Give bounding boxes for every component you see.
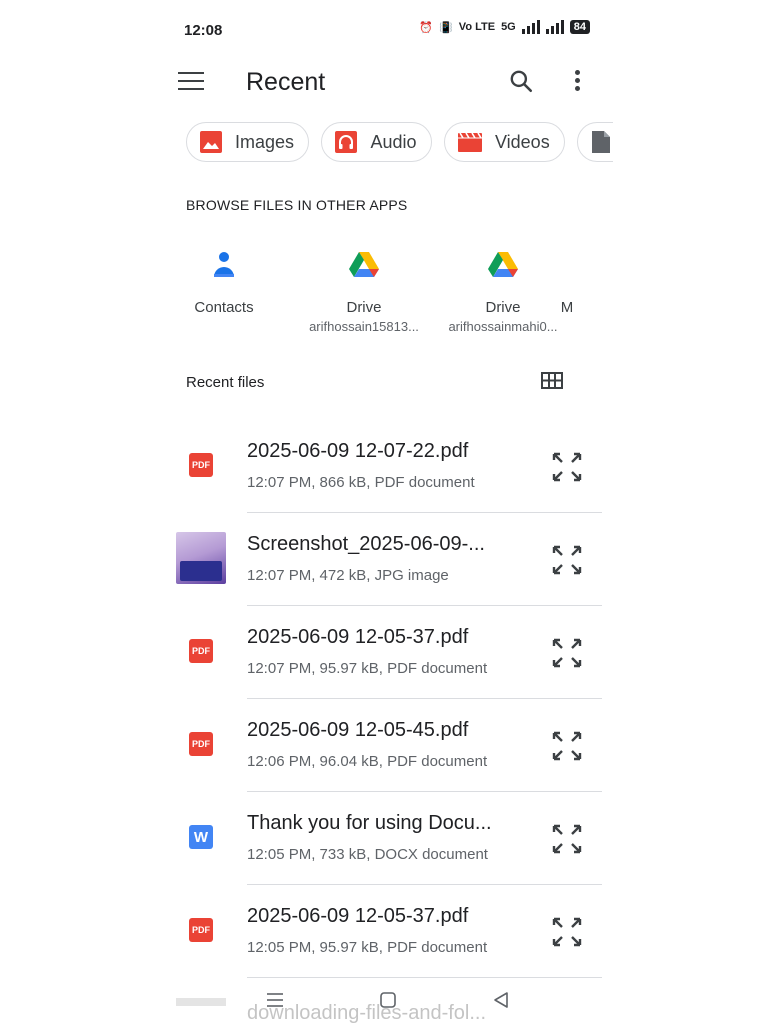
file-row[interactable]: PDF 2025-06-09 12-05-37.pdf 12:05 PM, 95… [176, 885, 606, 978]
battery-indicator: 84 [569, 20, 590, 34]
page-title: Recent [246, 68, 326, 96]
expand-icon[interactable] [550, 636, 584, 670]
expand-icon[interactable] [550, 822, 584, 856]
file-row[interactable]: PDF 2025-06-09 12-07-22.pdf 12:07 PM, 86… [176, 420, 606, 513]
expand-icon[interactable] [550, 543, 584, 577]
headphones-icon [335, 131, 358, 153]
expand-icon[interactable] [550, 915, 584, 949]
divider [247, 977, 602, 978]
category-chips: Images Audio Videos [186, 122, 613, 166]
file-name: 2025-06-09 12-05-37.pdf [247, 905, 469, 927]
recent-files-heading: Recent files [186, 374, 265, 391]
status-time: 12:08 [184, 22, 223, 39]
volte-indicator: Vo LTE [458, 21, 496, 33]
chip-images[interactable]: Images [186, 122, 310, 162]
file-meta: 12:07 PM, 866 kB, PDF document [247, 474, 475, 491]
file-meta: 12:07 PM, 95.97 kB, PDF document [247, 660, 488, 677]
back-nav-icon[interactable] [489, 988, 513, 1012]
signal-icon [521, 20, 540, 34]
status-icons: ⏰ 📳 Vo LTE 5G 84 [419, 20, 590, 34]
file-meta: 12:05 PM, 733 kB, DOCX document [247, 846, 488, 863]
file-meta: 12:07 PM, 472 kB, JPG image [247, 567, 449, 584]
chip-documents[interactable] [577, 122, 613, 162]
file-row[interactable]: W Thank you for using Docu... 12:05 PM, … [176, 792, 606, 885]
more-options-icon[interactable] [572, 70, 582, 96]
file-row[interactable]: Screenshot_2025-06-09-... 12:07 PM, 472 … [176, 513, 606, 606]
expand-icon[interactable] [550, 450, 584, 484]
menu-icon[interactable] [178, 72, 204, 92]
image-thumbnail [176, 532, 226, 584]
app-name: M [560, 299, 574, 316]
file-thumbnail: PDF [176, 905, 226, 955]
app-name: Contacts [194, 299, 254, 316]
chip-label: Audio [370, 131, 417, 152]
app-account: arifhossain15813... [309, 319, 419, 334]
docx-icon: W [189, 825, 213, 849]
document-icon [592, 131, 611, 153]
drive-icon [349, 252, 379, 277]
file-row[interactable]: PDF 2025-06-09 12-05-37.pdf 12:07 PM, 95… [176, 606, 606, 699]
file-meta: 12:05 PM, 95.97 kB, PDF document [247, 939, 488, 956]
pdf-icon: PDF [189, 453, 213, 477]
file-thumbnail: PDF [176, 719, 226, 769]
file-name: Thank you for using Docu... [247, 812, 492, 834]
network-type: 5G [501, 21, 516, 33]
file-thumbnail: W [176, 812, 226, 862]
app-partial[interactable]: M [537, 240, 597, 316]
file-thumbnail-partial [176, 998, 226, 1006]
app-bar: Recent [176, 60, 606, 108]
app-account: arifhossainmahi0... [448, 319, 558, 334]
expand-icon[interactable] [550, 729, 584, 763]
system-nav-bar: downloading-files-and-fol... [176, 982, 606, 1024]
search-icon[interactable] [508, 68, 534, 94]
recents-nav-icon[interactable] [263, 988, 287, 1012]
file-thumbnail: PDF [176, 440, 226, 490]
other-apps-list: Contacts Drive arifhossain15813... Drive… [176, 240, 613, 340]
home-nav-icon[interactable] [376, 988, 400, 1012]
recent-files-list: PDF 2025-06-09 12-07-22.pdf 12:07 PM, 86… [176, 420, 606, 978]
file-thumbnail [176, 532, 226, 584]
file-meta: 12:06 PM, 96.04 kB, PDF document [247, 753, 488, 770]
contacts-icon [214, 252, 234, 277]
signal-icon-2 [545, 20, 564, 34]
file-name: Screenshot_2025-06-09-... [247, 533, 485, 555]
chip-label: Videos [494, 131, 550, 152]
app-drive-1[interactable]: Drive arifhossain15813... [294, 240, 434, 334]
file-name: 2025-06-09 12-05-45.pdf [247, 719, 469, 741]
chip-videos[interactable]: Videos [443, 122, 565, 162]
app-contacts[interactable]: Contacts [176, 240, 294, 319]
app-name: Drive [346, 299, 382, 316]
pdf-icon: PDF [189, 918, 213, 942]
file-name: 2025-06-09 12-07-22.pdf [247, 440, 469, 462]
chip-audio[interactable]: Audio [321, 122, 432, 162]
chip-label: Images [235, 131, 295, 152]
file-row[interactable]: PDF 2025-06-09 12-05-45.pdf 12:06 PM, 96… [176, 699, 606, 792]
pdf-icon: PDF [189, 732, 213, 756]
movie-icon [457, 132, 482, 152]
pdf-icon: PDF [189, 639, 213, 663]
browse-other-apps-heading: BROWSE FILES IN OTHER APPS [186, 197, 408, 213]
file-thumbnail: PDF [176, 626, 226, 676]
status-bar: 12:08 ⏰ 📳 Vo LTE 5G 84 [184, 18, 594, 42]
alarm-icon: ⏰ [419, 21, 434, 34]
drive-icon [488, 252, 518, 277]
image-icon [200, 131, 222, 153]
vibrate-icon: 📳 [439, 21, 453, 34]
grid-view-icon[interactable] [540, 371, 566, 391]
file-name: 2025-06-09 12-05-37.pdf [247, 626, 469, 648]
